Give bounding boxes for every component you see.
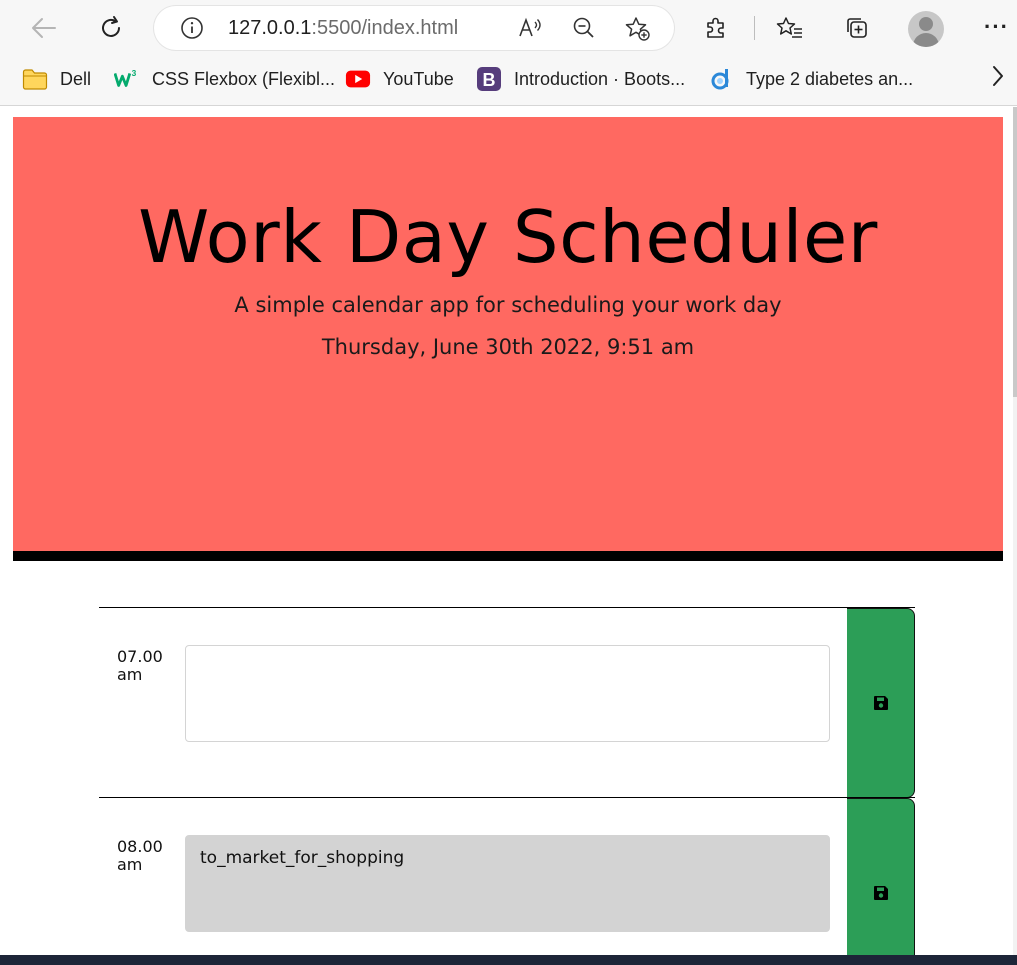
svg-text:3: 3 [132, 68, 137, 78]
floppy-disk-icon [873, 886, 888, 900]
description-textarea[interactable] [185, 645, 830, 742]
save-button[interactable] [847, 608, 915, 798]
svg-text:B: B [483, 70, 496, 90]
read-aloud-icon[interactable] [518, 16, 544, 40]
floppy-disk-icon [873, 696, 888, 710]
w3schools-icon: 3 [114, 67, 140, 91]
back-button[interactable] [26, 10, 62, 46]
hour-label: 07.00 am [117, 647, 163, 684]
hour-label: 08.00 am [117, 837, 163, 874]
browser-toolbar: 127.0.0.1:5500/index.html ··· [0, 0, 1017, 56]
favorites-list-icon [776, 17, 802, 38]
refresh-icon [102, 16, 120, 37]
url-host: 127.0.0.1 [228, 17, 312, 39]
url-text[interactable]: 127.0.0.1:5500/index.html [228, 17, 458, 40]
bookmark-label: CSS Flexbox (Flexibl... [152, 68, 336, 89]
bookmark-label: Dell [60, 68, 92, 89]
d-logo-icon [708, 67, 734, 91]
youtube-icon [345, 67, 371, 91]
url-path: :5500/index.html [311, 17, 459, 39]
bookmark-label: Type 2 diabetes an... [746, 68, 914, 89]
bookmark-youtube[interactable]: YouTube [345, 66, 454, 92]
save-button[interactable] [847, 798, 915, 955]
bookmark-label: YouTube [383, 68, 454, 89]
avatar-body [913, 33, 939, 47]
add-favorite-icon[interactable] [624, 16, 652, 42]
time-block-row: 08.00 am to_market_for_shopping [99, 797, 915, 955]
folder-icon [22, 67, 48, 91]
bookmark-dell[interactable]: Dell [22, 66, 91, 92]
back-arrow-icon [32, 18, 56, 38]
description-textarea[interactable]: to_market_for_shopping [185, 835, 830, 932]
page-subtitle: A simple calendar app for scheduling you… [234, 293, 782, 317]
jumbotron-header: Work Day Scheduler A simple calendar app… [13, 117, 1003, 561]
avatar-head [919, 17, 933, 31]
collections-button[interactable] [839, 10, 875, 46]
scrollbar-thumb[interactable] [1013, 107, 1017, 397]
time-block-row: 07.00 am [99, 607, 915, 798]
refresh-button[interactable] [93, 10, 129, 46]
favorites-button[interactable] [772, 10, 808, 46]
collections-icon [847, 18, 867, 38]
chevron-right-icon[interactable] [990, 64, 1006, 88]
current-day: Thursday, June 30th 2022, 9:51 am [321, 335, 695, 359]
site-info-icon[interactable] [180, 16, 204, 40]
toolbar-divider [754, 16, 755, 40]
bookmark-label: Introduction · Boots... [514, 68, 686, 89]
bookmark-type2-diabetes[interactable]: Type 2 diabetes an... [708, 66, 913, 92]
bookmarks-bar: Dell 3 CSS Flexbox (Flexibl... YouTube B… [0, 56, 1017, 106]
zoom-out-icon[interactable] [572, 16, 596, 40]
os-taskbar-edge [0, 955, 1017, 965]
profile-avatar[interactable] [908, 11, 944, 47]
bootstrap-icon: B [476, 67, 502, 91]
address-bar[interactable]: 127.0.0.1:5500/index.html [154, 6, 674, 50]
more-menu-button[interactable]: ··· [984, 14, 1009, 40]
page-viewport: Work Day Scheduler A simple calendar app… [0, 107, 1017, 955]
puzzle-icon [707, 17, 724, 38]
extensions-button[interactable] [698, 10, 734, 46]
page-title: Work Day Scheduler [138, 195, 878, 279]
bookmark-css-flexbox[interactable]: 3 CSS Flexbox (Flexibl... [114, 66, 335, 92]
bookmark-bootstrap[interactable]: B Introduction · Boots... [476, 66, 685, 92]
